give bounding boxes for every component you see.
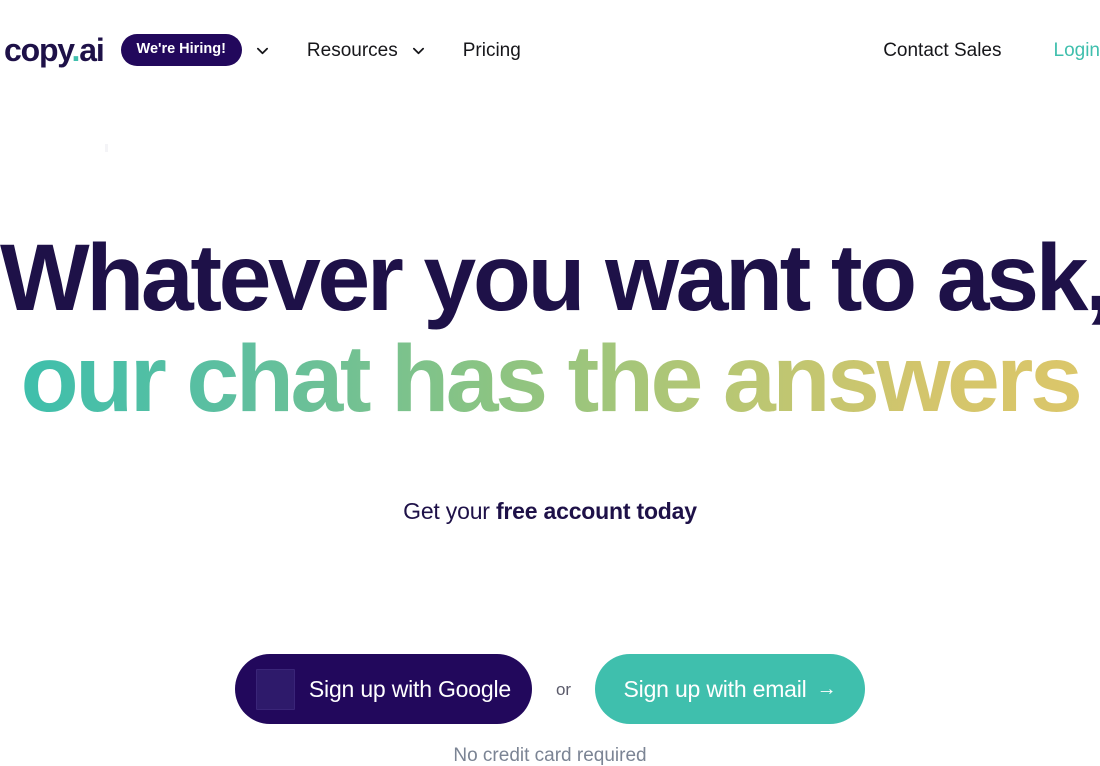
sign-up-with-email-label: Sign up with email bbox=[624, 676, 807, 703]
subheading-bold-text: free account today bbox=[496, 498, 697, 524]
were-hiring-badge[interactable]: We're Hiring! bbox=[121, 34, 242, 66]
nav-item-pricing[interactable]: Pricing bbox=[463, 41, 521, 60]
or-separator-label: or bbox=[556, 681, 571, 698]
logo-text-primary: copy bbox=[4, 32, 72, 68]
chevron-down-icon-hiring[interactable] bbox=[256, 44, 269, 57]
site-header: copy.ai We're Hiring! Resources Pricing … bbox=[0, 0, 1100, 100]
nav-link-login[interactable]: Login bbox=[1054, 41, 1100, 60]
sign-up-with-google-button[interactable]: Sign up with Google bbox=[235, 654, 532, 724]
sign-up-with-google-label: Sign up with Google bbox=[309, 676, 511, 703]
logo-text-secondary: ai bbox=[79, 32, 103, 68]
no-credit-card-note: No credit card required bbox=[0, 746, 1100, 765]
nav-link-resources-label: Resources bbox=[307, 41, 398, 60]
sign-up-with-email-button[interactable]: Sign up with email → bbox=[595, 654, 865, 724]
logo-copy-ai[interactable]: copy.ai bbox=[4, 34, 104, 66]
signup-cta-row: Sign up with Google or Sign up with emai… bbox=[0, 654, 1100, 724]
headline-line-1: Whatever you want to ask, bbox=[0, 228, 1100, 329]
subheading-normal-text: Get your bbox=[403, 498, 496, 524]
page-artifact-speck bbox=[105, 144, 108, 152]
nav-link-contact-sales[interactable]: Contact Sales bbox=[883, 41, 1001, 60]
headline-line-2: our chat has the answers bbox=[0, 329, 1100, 430]
hero-subheading: Get your free account today bbox=[0, 500, 1100, 523]
hero-section: Whatever you want to ask, our chat has t… bbox=[0, 100, 1100, 720]
google-logo-icon bbox=[256, 669, 295, 710]
nav-item-resources[interactable]: Resources bbox=[307, 41, 425, 60]
nav-link-pricing-label: Pricing bbox=[463, 41, 521, 60]
nav-left-group: copy.ai We're Hiring! Resources Pricing bbox=[4, 34, 521, 66]
arrow-right-icon: → bbox=[817, 679, 837, 699]
page-title: Whatever you want to ask, our chat has t… bbox=[0, 228, 1100, 430]
nav-right-group: Contact Sales Login Get Started bbox=[883, 0, 1100, 100]
chevron-down-icon-resources[interactable] bbox=[412, 44, 425, 57]
